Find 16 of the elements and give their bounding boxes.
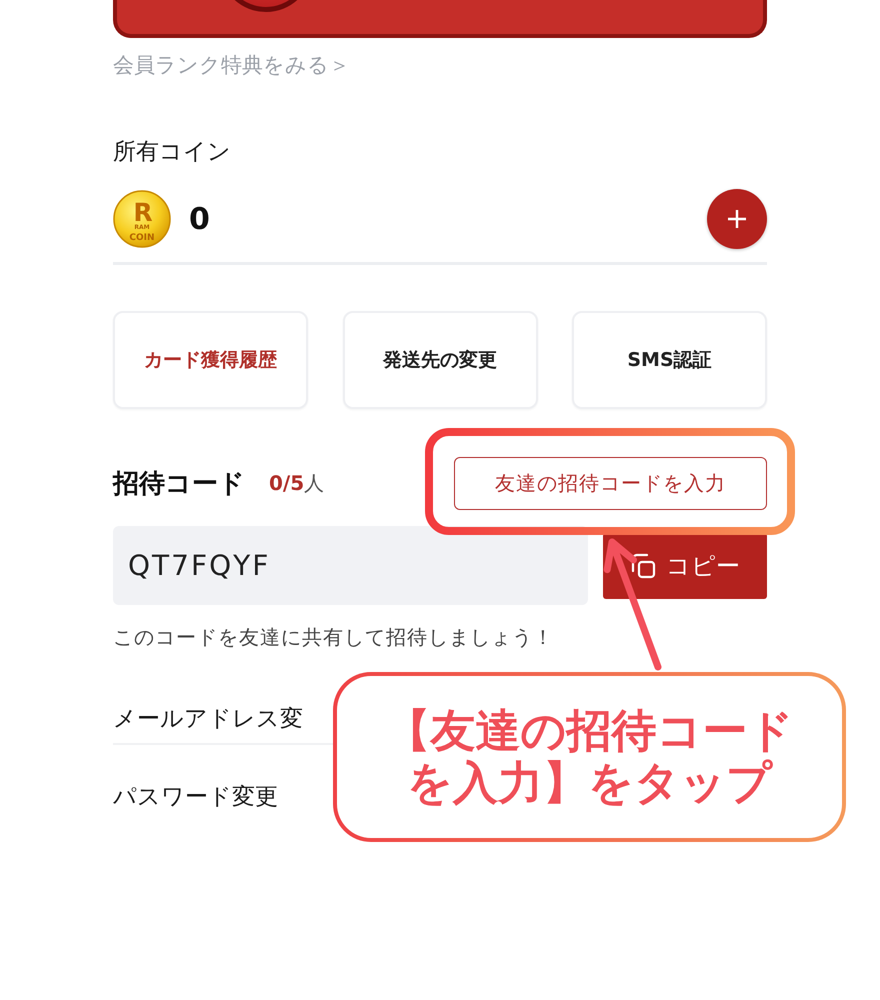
action-button[interactable]: 発送先の変更 (342, 311, 538, 409)
enter-friend-code-button[interactable]: 友達の招待コードを入力 (454, 457, 767, 510)
action-button[interactable]: カード獲得履歴 (113, 311, 308, 409)
coin-amount: 0 (189, 202, 210, 236)
plus-icon (727, 209, 747, 229)
callout-text: 【友達の招待コードを入力】をタップ (384, 705, 794, 809)
invite-hint: このコードを友達に共有して招待しましょう！ (113, 624, 555, 651)
settings-item[interactable]: パスワード変更 (113, 781, 278, 813)
coin-section-title: 所有コイン (113, 138, 232, 166)
copy-icon (630, 552, 656, 578)
invite-code-field[interactable]: QT7FQYF (113, 526, 588, 605)
invite-code-title: 招待コード (113, 468, 245, 501)
invite-count: 0/5人 (269, 470, 324, 497)
settings-item[interactable]: メールアドレス変 (113, 703, 303, 735)
add-coin-button[interactable] (707, 189, 767, 249)
action-button[interactable]: SMS認証 (572, 311, 767, 409)
